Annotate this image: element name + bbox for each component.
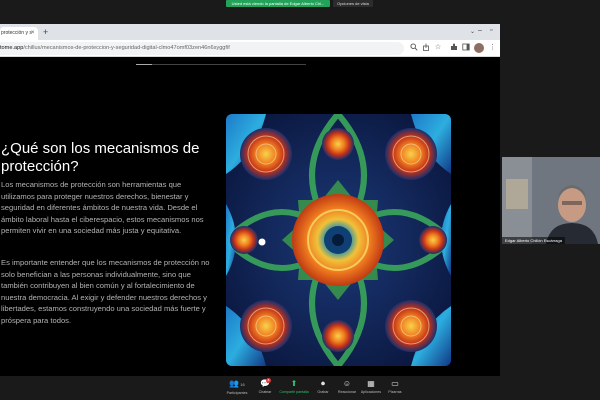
chat-badge: 8 [266,378,271,383]
more-icon[interactable]: ⋮ [489,43,496,53]
url-text: tome.app/chillux/mecanismos-de-proteccio… [0,42,230,55]
participant-name: Edgar Alberto Chillón Escárraga [502,237,565,244]
url-domain: tome.app [0,45,24,51]
paragraph-2: Es importante entender que los mecanismo… [1,258,210,325]
screen-share-banner[interactable]: Usted está viendo la pantalla de Edgar A… [226,0,330,7]
minimize-icon[interactable]: – [478,27,482,34]
browser-tab[interactable]: protección y s × [0,27,38,40]
sidebar-icon[interactable] [461,43,471,53]
zoom-top-bar: Usted está viendo la pantalla de Edgar A… [0,0,600,8]
participants-count: 16 [240,382,245,387]
maximize-icon[interactable]: ▫ [490,27,492,34]
new-tab-button[interactable]: + [43,27,48,37]
mandala-image [226,114,451,366]
slide-heading: ¿Qué son los mecanismos de protección? [1,140,200,175]
tab-close-icon[interactable]: × [31,27,35,40]
participant-video[interactable]: Edgar Alberto Chillón Escárraga [502,157,600,244]
whiteboard-icon: ▭ [391,379,399,388]
profile-avatar[interactable] [474,43,484,53]
shared-screen: protección y s × + ⌄ – ▫ tome.app/chillu… [0,24,500,376]
star-icon[interactable]: ☆ [433,43,443,53]
whiteboards-button[interactable]: ▭ Pizarras [378,378,412,395]
url-field[interactable]: tome.app/chillux/mecanismos-de-proteccio… [0,42,404,55]
tab-title: protección y s [1,30,32,36]
tab-search-icon[interactable]: ⌄ [470,28,475,35]
url-path: /chillux/mecanismos-de-proteccion-y-segu… [23,45,230,51]
address-bar-row: tome.app/chillux/mecanismos-de-proteccio… [0,40,500,57]
whiteboards-label: Pizarras [388,390,402,394]
progress-divider [136,64,306,65]
meeting-toolbar: 👥16 Participantes 8 💬 Chatear ⬆ Comparti… [0,376,600,400]
share-icon[interactable] [421,43,431,53]
slide-page: ¿Qué son los mecanismos de protección? L… [0,58,500,376]
paragraph-1: Los mecanismos de protección son herrami… [1,180,204,236]
browser-tab-strip: protección y s × + ⌄ – ▫ [0,24,500,40]
search-icon[interactable] [409,43,419,53]
view-options-button[interactable]: Opciones de vista [333,0,373,7]
extensions-icon[interactable] [449,43,459,53]
